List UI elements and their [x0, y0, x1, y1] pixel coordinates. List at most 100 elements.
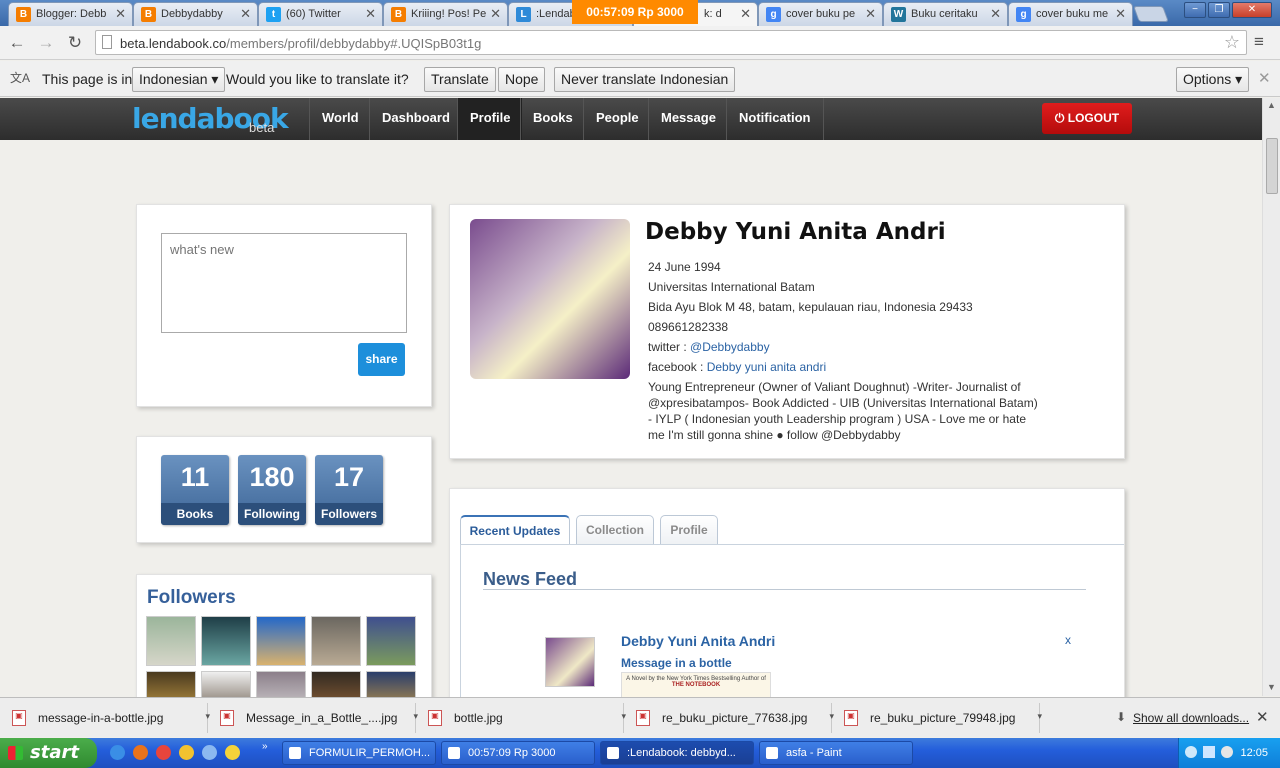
winamp-icon[interactable]: [179, 745, 194, 760]
options-button[interactable]: Options ▾: [1176, 67, 1250, 92]
scroll-down-icon[interactable]: ▼: [1267, 682, 1276, 692]
browser-tab[interactable]: B Kriiing! Pos! Pe ✕: [383, 2, 508, 26]
app-icon[interactable]: [202, 745, 217, 760]
nav-notification[interactable]: Notification: [726, 98, 824, 140]
follower-avatar[interactable]: [311, 616, 361, 666]
translate-icon: 文A: [10, 71, 31, 85]
download-item[interactable]: ▣ re_buku_picture_77638.jpg ▾: [624, 703, 834, 733]
forward-arrow-icon[interactable]: →: [35, 33, 57, 53]
browser-tab[interactable]: W Buku ceritaku ✕: [883, 2, 1008, 26]
volume-icon[interactable]: [1221, 746, 1233, 758]
never-translate-button[interactable]: Never translate Indonesian: [554, 67, 736, 92]
translate-question: Would you like to translate it?: [226, 71, 409, 87]
firefox-icon[interactable]: [133, 745, 148, 760]
share-button[interactable]: share: [358, 343, 405, 376]
clock-icon: [448, 747, 460, 759]
followers-stat[interactable]: 17 Followers: [315, 455, 383, 525]
wordpress-icon: W: [891, 7, 906, 22]
tab-recent-updates[interactable]: Recent Updates: [460, 515, 570, 545]
network-icon[interactable]: [1203, 746, 1215, 758]
address-bar[interactable]: beta.lendabook.co/members/profil/debbyda…: [95, 30, 1247, 55]
feed-item-avatar[interactable]: [545, 637, 595, 687]
language-select[interactable]: Indonesian ▾: [132, 67, 226, 92]
chevron-down-icon[interactable]: ▾: [1037, 711, 1042, 722]
nav-dashboard[interactable]: Dashboard: [369, 98, 462, 140]
browser-tab[interactable]: t (60) Twitter ✕: [258, 2, 383, 26]
feed-item-close[interactable]: x: [1065, 633, 1071, 647]
scrollbar-thumb[interactable]: [1266, 138, 1278, 194]
download-item[interactable]: ▣ message-in-a-bottle.jpg ▾: [0, 703, 210, 733]
downloads-bar: ▣ message-in-a-bottle.jpg ▾ ▣ Message_in_a_…: [0, 697, 1280, 737]
follower-avatar[interactable]: [146, 616, 196, 666]
close-icon[interactable]: ✕: [1115, 6, 1126, 22]
maximize-window-button[interactable]: ❐: [1208, 2, 1230, 18]
tray-expand-icon[interactable]: [1185, 746, 1197, 758]
feed-item-author[interactable]: Debby Yuni Anita Andri: [621, 633, 775, 649]
profile-photo: [470, 219, 630, 379]
browser-toolbar: ← → ↻ beta.lendabook.co/members/profil/d…: [0, 26, 1280, 60]
close-icon[interactable]: ✕: [115, 6, 126, 22]
messenger-icon[interactable]: [225, 745, 240, 760]
whats-new-input[interactable]: [161, 233, 407, 333]
show-all-downloads-link[interactable]: Show all downloads...: [1133, 711, 1249, 725]
feed-item-message[interactable]: Message in a bottle: [621, 656, 732, 670]
profile-twitter: twitter : @Debbydabby: [648, 340, 770, 354]
translate-button[interactable]: Translate: [424, 67, 496, 92]
download-item[interactable]: ▣ Message_in_a_Bottle_....jpg ▾: [208, 703, 418, 733]
books-stat[interactable]: 11 Books: [161, 455, 229, 525]
menu-icon[interactable]: ≡: [1254, 32, 1264, 52]
feed-panel: Recent Updates Collection Profile News F…: [449, 488, 1125, 708]
twitter-icon: t: [266, 7, 281, 22]
reload-icon[interactable]: ↻: [64, 33, 86, 53]
close-icon[interactable]: ✕: [865, 6, 876, 22]
close-icon[interactable]: ✕: [1258, 69, 1271, 87]
stats-panel: 11 Books 180 Following 17 Followers: [136, 436, 432, 543]
bookmark-star-icon[interactable]: ☆: [1224, 32, 1240, 53]
minimize-window-button[interactable]: −: [1184, 2, 1206, 18]
close-icon[interactable]: ✕: [490, 6, 501, 22]
following-stat[interactable]: 180 Following: [238, 455, 306, 525]
follower-avatar[interactable]: [366, 616, 416, 666]
page-scrollbar[interactable]: ▲ ▼: [1262, 98, 1280, 696]
tab-profile[interactable]: Profile: [660, 515, 718, 545]
follower-avatar[interactable]: [256, 616, 306, 666]
profile-birthday: 24 June 1994: [648, 260, 721, 274]
nav-world[interactable]: World: [309, 98, 371, 140]
nav-message[interactable]: Message: [648, 98, 728, 140]
nope-button[interactable]: Nope: [498, 67, 546, 92]
nav-people[interactable]: People: [583, 98, 651, 140]
browser-tab[interactable]: B Blogger: Debb ✕: [8, 2, 133, 26]
ie-icon[interactable]: [110, 745, 125, 760]
taskbar-item[interactable]: FORMULIR_PERMOH...: [282, 741, 436, 765]
close-icon[interactable]: ✕: [1256, 708, 1269, 726]
taskbar-item[interactable]: 00:57:09 Rp 3000: [441, 741, 595, 765]
browser-tab[interactable]: g cover buku me ✕: [1008, 2, 1133, 26]
image-file-icon: ▣: [220, 710, 234, 726]
facebook-link[interactable]: Debby yuni anita andri: [707, 360, 826, 374]
browser-tab[interactable]: B Debbydabby ✕: [133, 2, 258, 26]
close-icon[interactable]: ✕: [365, 6, 376, 22]
chevron-right-icon[interactable]: »: [262, 741, 268, 752]
download-item[interactable]: ▣ re_buku_picture_79948.jpg ▾: [832, 703, 1042, 733]
back-arrow-icon[interactable]: ←: [6, 33, 28, 53]
profile-address: Bida Ayu Blok M 48, batam, kepulauan ria…: [648, 300, 973, 314]
twitter-link[interactable]: @Debbydabby: [690, 340, 770, 354]
nav-books[interactable]: Books: [520, 98, 585, 140]
close-icon[interactable]: ✕: [990, 6, 1001, 22]
download-item[interactable]: ▣ bottle.jpg ▾: [416, 703, 626, 733]
taskbar-item-active[interactable]: :Lendabook: debbyd...: [600, 741, 754, 765]
logout-button[interactable]: ⏻ LOGOUT: [1042, 103, 1132, 134]
tab-collection[interactable]: Collection: [576, 515, 654, 545]
close-icon[interactable]: ✕: [740, 6, 751, 22]
start-button[interactable]: start: [0, 738, 97, 768]
system-tray: 12:05: [1178, 738, 1280, 768]
nav-profile[interactable]: Profile: [457, 98, 523, 140]
chrome-icon[interactable]: [156, 745, 171, 760]
new-tab-button[interactable]: [1133, 6, 1169, 22]
close-icon[interactable]: ✕: [240, 6, 251, 22]
scroll-up-icon[interactable]: ▲: [1267, 100, 1276, 110]
browser-tab[interactable]: g cover buku pe ✕: [758, 2, 883, 26]
close-window-button[interactable]: ✕: [1232, 2, 1272, 18]
taskbar-item[interactable]: asfa - Paint: [759, 741, 913, 765]
follower-avatar[interactable]: [201, 616, 251, 666]
